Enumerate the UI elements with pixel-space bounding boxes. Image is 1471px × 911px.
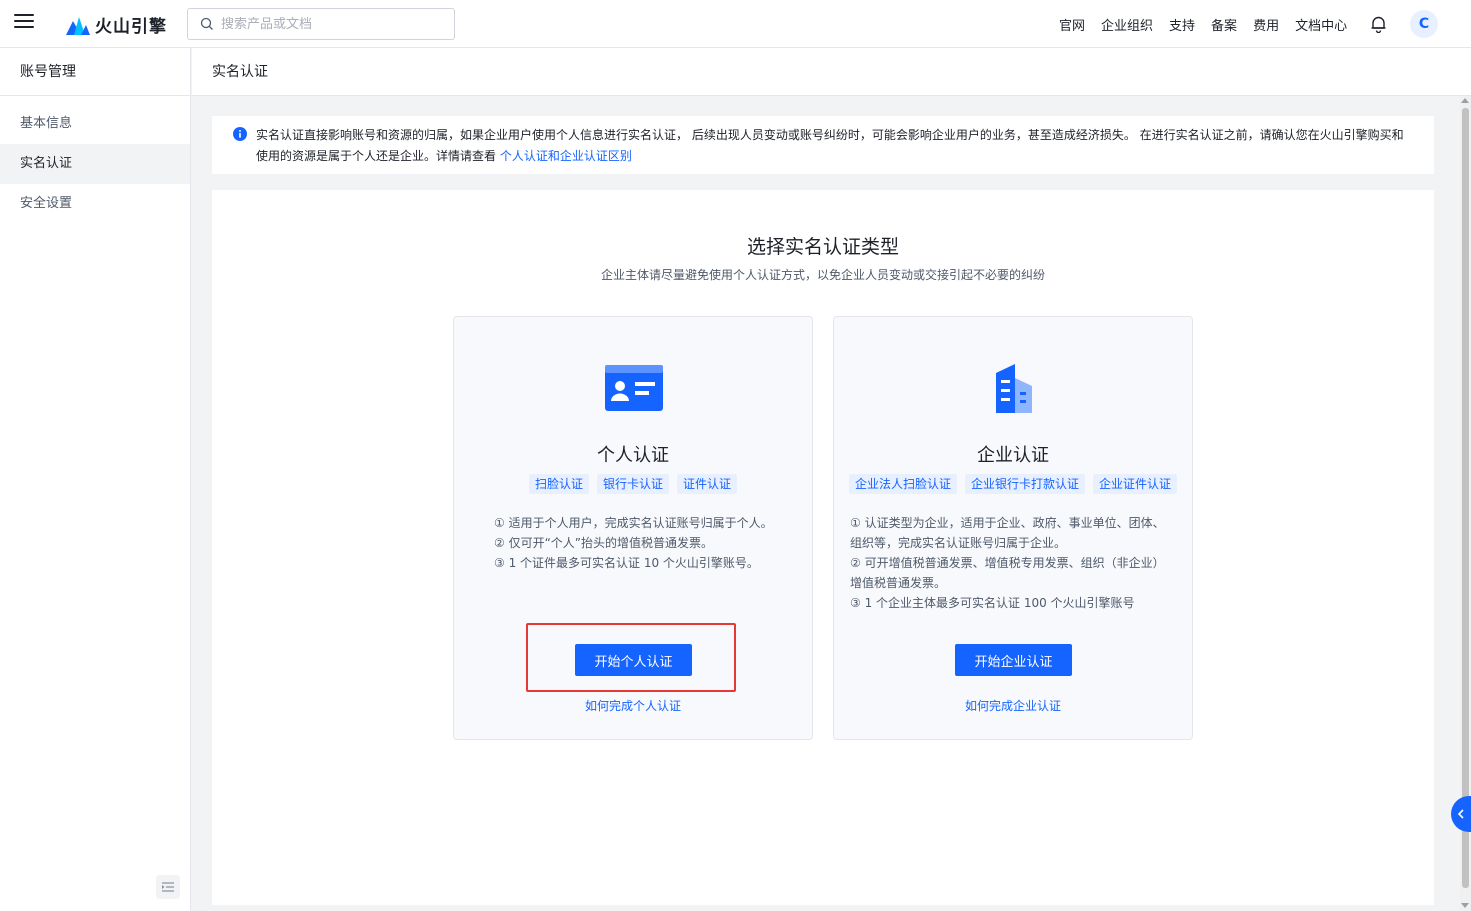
hamburger-menu-icon[interactable]: [14, 14, 34, 32]
nav-enterprise-org[interactable]: 企业组织: [1101, 15, 1153, 34]
sidebar-item-security-settings[interactable]: 安全设置: [0, 184, 190, 224]
enterprise-desc-line: ① 认证类型为企业，适用于企业、政府、事业单位、团体、: [850, 516, 1165, 530]
how-enterprise-auth-link[interactable]: 如何完成企业认证: [834, 697, 1192, 714]
scroll-down-arrow-icon[interactable]: [1461, 903, 1469, 908]
auth-type-panel: 选择实名认证类型 企业主体请尽量避免使用个人认证方式，以免企业人员变动或交接引起…: [212, 190, 1434, 905]
enterprise-desc-line: 增值税普通发票。: [850, 576, 947, 590]
collapse-icon: [162, 882, 174, 892]
nav-official-site[interactable]: 官网: [1059, 15, 1085, 34]
panel-subtitle: 企业主体请尽量避免使用个人认证方式，以免企业人员变动或交接引起不必要的纠纷: [600, 268, 1045, 282]
enterprise-desc-line: ② 可开增值税普通发票、增值税专用发票、组织（非企业）: [850, 556, 1165, 570]
top-nav: 官网 企业组织 支持 备案 费用 文档中心: [1043, 0, 1347, 48]
sidebar-item-basic-info[interactable]: 基本信息: [0, 104, 190, 144]
enterprise-card-title: 企业认证: [977, 445, 1049, 466]
info-icon: [233, 127, 247, 141]
enterprise-auth-methods: 企业法人扫脸认证 企业银行卡打款认证 企业证件认证: [834, 474, 1192, 494]
enterprise-desc-line: ③ 1 个企业主体最多可实名认证 100 个火山引擎账号: [850, 596, 1135, 610]
info-alert: 实名认证直接影响账号和资源的归属，如果企业用户使用个人信息进行实名认证， 后续出…: [212, 116, 1434, 174]
start-enterprise-auth-button[interactable]: 开始企业认证: [955, 644, 1072, 676]
enterprise-auth-card: 企业认证 企业法人扫脸认证 企业银行卡打款认证 企业证件认证 ① 认证类型为企业…: [833, 316, 1193, 740]
collapse-sidebar-icon[interactable]: [156, 875, 180, 899]
personal-desc-line: ① 适用于个人用户，完成实名认证账号归属于个人。: [494, 516, 773, 530]
nav-support[interactable]: 支持: [1169, 15, 1195, 34]
nav-icp-filing[interactable]: 备案: [1211, 15, 1237, 34]
tag-legal-rep-face-scan: 企业法人扫脸认证: [848, 474, 957, 494]
alert-link[interactable]: 个人认证和企业认证区别: [500, 149, 632, 163]
scrollbar[interactable]: [1460, 96, 1471, 911]
page-title: 实名认证: [192, 48, 1471, 96]
expand-side-panel-button[interactable]: [1451, 796, 1471, 832]
how-personal-auth-link[interactable]: 如何完成个人认证: [454, 697, 812, 714]
alert-text: 实名认证直接影响账号和资源的归属，如果企业用户使用个人信息进行实名认证， 后续出…: [256, 128, 1404, 163]
personal-description: ① 适用于个人用户，完成实名认证账号归属于个人。 ② 仅可开“个人”抬头的增值税…: [494, 513, 804, 573]
sidebar-title: 账号管理: [0, 48, 190, 96]
volcano-logo-icon: [66, 17, 90, 35]
avatar[interactable]: C: [1410, 10, 1438, 38]
panel-title: 选择实名认证类型: [746, 236, 899, 258]
bell-icon[interactable]: [1370, 15, 1387, 33]
search-box[interactable]: [187, 8, 455, 40]
brand-name: 火山引擎: [95, 16, 167, 37]
start-personal-auth-button[interactable]: 开始个人认证: [575, 644, 692, 676]
enterprise-description: ① 认证类型为企业，适用于企业、政府、事业单位、团体、 组织等，完成实名认证账号…: [850, 513, 1190, 613]
search-input[interactable]: [221, 16, 441, 32]
chevron-left-icon: [1457, 809, 1464, 819]
personal-card-title: 个人认证: [597, 445, 669, 466]
tag-enterprise-document: 企业证件认证: [1093, 474, 1178, 494]
scroll-up-arrow-icon[interactable]: [1461, 98, 1469, 103]
logo[interactable]: 火山引擎: [64, 12, 167, 37]
nav-docs-center[interactable]: 文档中心: [1295, 15, 1347, 34]
tag-face-scan: 扫脸认证: [528, 474, 589, 494]
scroll-thumb[interactable]: [1462, 108, 1469, 888]
top-bar: 火山引擎 官网 企业组织 支持 备案 费用 文档中心 C: [0, 0, 1471, 48]
personal-auth-card: 个人认证 扫脸认证 银行卡认证 证件认证 ① 适用于个人用户，完成实名认证账号归…: [453, 316, 813, 740]
enterprise-building-icon: [996, 364, 1032, 413]
id-card-icon: [605, 365, 663, 411]
personal-desc-line: ② 仅可开“个人”抬头的增值税普通发票。: [494, 536, 714, 550]
personal-desc-line: ③ 1 个证件最多可实名认证 10 个火山引擎账号。: [494, 556, 759, 570]
search-icon: [200, 17, 213, 30]
personal-auth-methods: 扫脸认证 银行卡认证 证件认证: [454, 474, 812, 494]
tag-bank-transfer: 企业银行卡打款认证: [964, 474, 1085, 494]
tag-id-document: 证件认证: [677, 474, 738, 494]
sidebar-item-real-name-auth[interactable]: 实名认证: [0, 144, 190, 184]
sidebar: 账号管理 基本信息 实名认证 安全设置: [0, 48, 191, 911]
tag-bank-card: 银行卡认证: [596, 474, 669, 494]
enterprise-desc-line: 组织等，完成实名认证账号归属于企业。: [850, 536, 1067, 550]
nav-billing[interactable]: 费用: [1253, 15, 1279, 34]
